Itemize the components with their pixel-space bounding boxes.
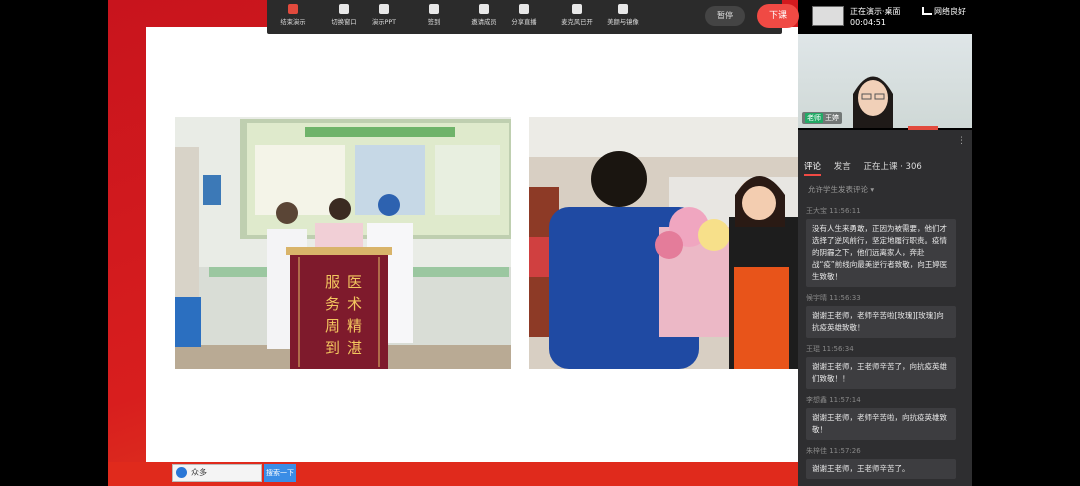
comment-meta: 朱梓佳 11:57:26 xyxy=(806,447,861,455)
teacher-avatar xyxy=(853,76,893,128)
video-name-tag: 老师 王婷 xyxy=(802,112,842,124)
banner-char: 湛 xyxy=(347,339,362,357)
live-class-toolbar: 结束演示 切换窗口 演示PPT 签到 邀请成员 分享直播 麦克风已开 美颜与镜像… xyxy=(267,0,799,34)
comment-text: 谢谢王老师，老师辛苦啦[玫瑰][玫瑰]向抗疫英雄致敬！ xyxy=(806,306,956,338)
comment-text: 谢谢王老师，王老师辛苦了，向抗疫英雄们致敬！！ xyxy=(806,357,956,389)
teacher-name: 王婷 xyxy=(825,114,839,122)
panel-tabs: 评论 发言 正在上课 · 306 xyxy=(804,160,932,176)
comments-panel: ⋮ 评论 发言 正在上课 · 306 允许学生发表评论 ▾ 王大宝 11:56:… xyxy=(798,130,972,486)
windows-taskbar: 众多 搜索一下 xyxy=(108,462,798,486)
shared-desktop: 服 医 务 术 周 精 到 湛 众多 搜索一下 xyxy=(108,0,798,486)
comment-permission-dropdown[interactable]: 允许学生发表评论 ▾ xyxy=(808,184,874,195)
banner-char: 精 xyxy=(347,317,362,335)
share-live-button[interactable]: 分享直播 xyxy=(502,4,546,27)
presentation-status: 正在演示·桌面 00:04:51 网络良好 xyxy=(812,4,972,30)
right-letterbox xyxy=(972,0,1080,486)
checkin-icon xyxy=(429,4,439,14)
left-letterbox xyxy=(0,0,108,486)
comment-meta: 候宇晴 11:56:33 xyxy=(806,294,861,302)
banner-char: 术 xyxy=(347,295,362,313)
taskbar-search-button[interactable]: 搜索一下 xyxy=(264,464,296,482)
network-status: 网络良好 xyxy=(934,7,966,16)
switch-window-icon xyxy=(339,4,349,14)
comment-list: 王大宝 11:56:11 没有人生来勇敢，正因为被需要，他们才选择了逆风前行，坚… xyxy=(806,200,966,479)
switch-window-button[interactable]: 切换窗口 xyxy=(322,4,366,27)
tab-speak[interactable]: 发言 xyxy=(834,160,851,172)
comment-text: 谢谢王老师，老师辛苦啦，向抗疫英雄致敬！ xyxy=(806,408,956,440)
banner-char: 到 xyxy=(325,339,340,357)
nurses-with-banner-photo: 服 医 务 术 周 精 到 湛 xyxy=(175,117,511,369)
banner-char: 周 xyxy=(325,317,340,335)
more-icon[interactable]: ⋮ xyxy=(957,136,966,146)
tab-comments[interactable]: 评论 xyxy=(804,160,822,176)
comment-meta: 李想鑫 11:57:14 xyxy=(806,396,861,404)
elapsed-time: 00:04:51 xyxy=(850,18,886,27)
flower-presentation-photo xyxy=(529,117,798,369)
microphone-icon xyxy=(572,4,582,14)
teacher-video[interactable]: 老师 王婷 xyxy=(798,34,972,128)
comment-meta: 王大宝 11:56:11 xyxy=(806,207,861,215)
network-signal-icon xyxy=(922,7,932,15)
invite-members-button[interactable]: 邀请成员 xyxy=(462,4,506,27)
checkin-button[interactable]: 签到 xyxy=(412,4,456,27)
end-class-button[interactable]: 下课 xyxy=(757,4,799,28)
end-presentation-button[interactable]: 结束演示 xyxy=(271,4,315,27)
status-title: 正在演示·桌面 xyxy=(850,7,901,16)
share-icon xyxy=(519,4,529,14)
desktop-thumbnail xyxy=(812,6,844,26)
beauty-icon xyxy=(618,4,628,14)
teacher-badge: 老师 xyxy=(805,113,823,123)
comment-meta: 王琨 11:56:34 xyxy=(806,345,854,353)
microphone-button[interactable]: 麦克风已开 xyxy=(555,4,599,27)
comment-text: 谢谢王老师，王老师辛苦了。 xyxy=(806,459,956,479)
presentation-slide: 服 医 务 术 周 精 到 湛 xyxy=(146,27,798,467)
beauty-mirror-button[interactable]: 美颜与镜像 xyxy=(601,4,645,27)
taskbar-search-text: 众多 xyxy=(191,468,207,477)
ppt-icon xyxy=(379,4,389,14)
present-ppt-button[interactable]: 演示PPT xyxy=(362,4,406,27)
comment-text: 没有人生来勇敢，正因为被需要，他们才选择了逆风前行，坚定地履行职责。疫情的阴霾之… xyxy=(806,219,956,287)
banner-char: 服 xyxy=(325,273,340,291)
banner-char: 务 xyxy=(325,295,340,313)
banner-char: 医 xyxy=(347,273,362,291)
invite-members-icon xyxy=(479,4,489,14)
taskbar-search-box[interactable]: 众多 xyxy=(172,464,262,482)
browser-icon xyxy=(176,467,187,478)
stop-presentation-icon xyxy=(288,4,298,14)
tab-attending[interactable]: 正在上课 · 306 xyxy=(863,160,921,172)
pause-button[interactable]: 暂停 xyxy=(705,6,745,26)
